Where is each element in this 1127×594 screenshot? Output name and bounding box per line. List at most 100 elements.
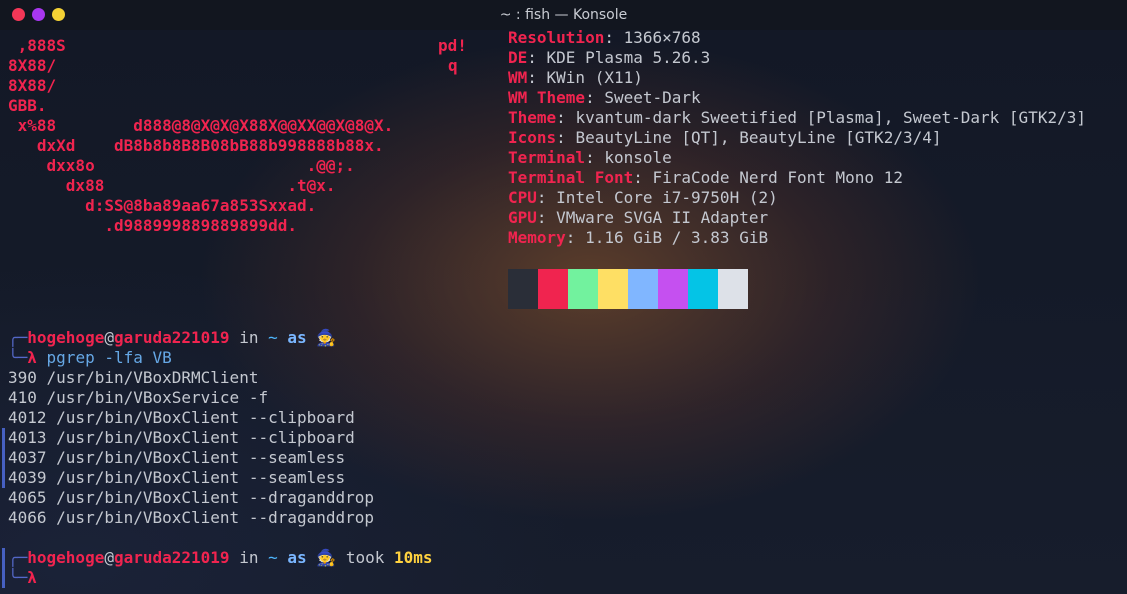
output-line: 4065 /usr/bin/VBoxClient --draganddrop	[8, 488, 375, 507]
command-line: ╰─λ pgrep -lfa VB	[8, 348, 172, 368]
sysinfo-row: DE: KDE Plasma 5.26.3	[508, 48, 710, 68]
color-swatch	[658, 269, 688, 309]
sysinfo-value: KDE Plasma 5.26.3	[546, 48, 711, 67]
sysinfo-row: Theme: kvantum-dark Sweetified [Plasma],…	[508, 108, 1086, 128]
maximize-button[interactable]	[32, 8, 45, 21]
prompt-host: garuda221019	[113, 328, 230, 347]
output-line: 4039 /usr/bin/VBoxClient --seamless	[8, 468, 346, 487]
sysinfo-row: Memory: 1.16 GiB / 3.83 GiB	[508, 228, 768, 248]
konsole-window: ~ : fish — Konsole ,888S pd! 8X88/q 8X88/GB…	[0, 0, 1127, 594]
ascii-logo-line: d:SS@8ba89aa67a853Sxxad.	[8, 196, 317, 215]
sysinfo-separator: :	[527, 48, 547, 67]
sysinfo-separator: :	[556, 128, 576, 147]
sysinfo-row: Terminal: konsole	[508, 148, 672, 168]
ascii-logo-fragment: q	[448, 56, 458, 75]
prompt-host: garuda221019	[113, 548, 230, 567]
color-swatch	[628, 269, 658, 309]
command-line[interactable]: ╰─λ	[8, 568, 37, 588]
prompt-took: took	[336, 548, 394, 567]
prompt-in: in	[229, 328, 269, 347]
sysinfo-separator: :	[565, 228, 586, 247]
sysinfo-value: kvantum-dark Sweetified [Plasma], Sweet-…	[575, 108, 1086, 127]
sysinfo-value: Sweet-Dark	[604, 88, 701, 107]
prompt-corner-top: ╭─	[8, 328, 28, 347]
sysinfo-row: WM Theme: Sweet-Dark	[508, 88, 701, 108]
color-swatch	[538, 269, 568, 309]
ascii-logo-fragment: pd!	[438, 36, 467, 55]
prompt-in: in	[229, 548, 269, 567]
prompt-as: as	[277, 328, 317, 347]
lambda-icon: λ	[27, 348, 37, 367]
sysinfo-value: Intel Core i7-9750H (2)	[556, 188, 778, 207]
sysinfo-key: Resolution	[508, 28, 605, 47]
output-line: 4013 /usr/bin/VBoxClient --clipboard	[8, 428, 355, 447]
prompt-corner-bottom: ╰─	[8, 348, 28, 367]
color-swatch	[718, 269, 748, 309]
sysinfo-key: WM Theme	[508, 88, 586, 107]
prompt-user: hogehoge	[27, 548, 105, 567]
window-title: ~ : fish — Konsole	[499, 7, 628, 23]
sysinfo-key: Memory	[508, 228, 566, 247]
command-text: pgrep -lfa VB	[36, 348, 172, 367]
window-controls	[12, 8, 65, 21]
prompt-at: @	[104, 328, 114, 347]
sysinfo-separator: :	[536, 188, 557, 207]
output-line: 410 /usr/bin/VBoxService -f	[8, 388, 269, 407]
sysinfo-separator: :	[585, 148, 605, 167]
color-palette	[508, 269, 748, 309]
ascii-logo-line: dxXd dB8b8b8B8B08bB88b998888b88x.	[8, 136, 384, 155]
minimize-button[interactable]	[52, 8, 65, 21]
sysinfo-separator: :	[556, 108, 576, 127]
sysinfo-value: 1.16 GiB / 3.83 GiB	[585, 228, 769, 247]
prompt-line: ╭─hogehoge@garuda221019 in ~ as 🧙 took 1…	[8, 548, 433, 568]
sysinfo-separator: :	[604, 28, 624, 47]
sysinfo-value: konsole	[604, 148, 672, 167]
prompt-took-value: 10ms	[393, 548, 433, 567]
close-button[interactable]	[12, 8, 25, 21]
color-swatch	[568, 269, 598, 309]
sysinfo-key: CPU	[508, 188, 537, 207]
sysinfo-row: Terminal Font: FiraCode Nerd Font Mono 1…	[508, 168, 903, 188]
selection-marker	[2, 428, 5, 488]
sysinfo-key: Theme	[508, 108, 557, 127]
ascii-logo-line: 8X88/	[8, 76, 57, 95]
prompt-at: @	[104, 548, 114, 567]
lambda-icon: λ	[27, 568, 37, 587]
sysinfo-separator: :	[527, 68, 547, 87]
sysinfo-separator: :	[585, 88, 605, 107]
sysinfo-key: GPU	[508, 208, 537, 227]
prompt-corner-bottom: ╰─	[8, 568, 28, 587]
prompt-line: ╭─hogehoge@garuda221019 in ~ as 🧙	[8, 328, 336, 348]
color-swatch	[508, 269, 538, 309]
selection-marker	[2, 548, 5, 588]
sysinfo-value: KWin (X11)	[546, 68, 643, 87]
ascii-logo-line: GBB.	[8, 96, 47, 115]
sysinfo-row: Icons: BeautyLine [QT], BeautyLine [GTK2…	[508, 128, 941, 148]
title-bar[interactable]: ~ : fish — Konsole	[0, 0, 1127, 30]
sysinfo-value: VMware SVGA II Adapter	[556, 208, 769, 227]
ascii-logo-line: .d988999889889899dd.	[8, 216, 297, 235]
output-line: 4037 /usr/bin/VBoxClient --seamless	[8, 448, 346, 467]
sysinfo-key: Terminal Font	[508, 168, 634, 187]
color-swatch	[688, 269, 718, 309]
sysinfo-row: Resolution: 1366×768	[508, 28, 701, 48]
prompt-corner-top: ╭─	[8, 548, 28, 567]
sysinfo-row: WM: KWin (X11)	[508, 68, 643, 88]
ascii-logo-line: ,888S	[8, 36, 66, 55]
ascii-logo-line: dxx8o .@@;.	[8, 156, 355, 175]
sysinfo-separator: :	[536, 208, 557, 227]
output-line: 4066 /usr/bin/VBoxClient --draganddrop	[8, 508, 375, 527]
ascii-logo-line: x%88 d888@8@X@X@X88X@@XX@@X@8@X.	[8, 116, 394, 135]
sysinfo-row: GPU: VMware SVGA II Adapter	[508, 208, 768, 228]
sysinfo-value: 1366×768	[623, 28, 701, 47]
terminal-area[interactable]: ,888S pd! 8X88/q 8X88/GBB. x%88 d888@8@X@X@…	[0, 28, 1127, 594]
prompt-dir: ~	[268, 328, 278, 347]
ascii-logo-line: dx88 .t@x.	[8, 176, 336, 195]
output-line: 4012 /usr/bin/VBoxClient --clipboard	[8, 408, 355, 427]
wizard-icon: 🧙	[316, 328, 337, 347]
sysinfo-key: WM	[508, 68, 528, 87]
sysinfo-separator: :	[633, 168, 653, 187]
sysinfo-key: Icons	[508, 128, 557, 147]
prompt-user: hogehoge	[27, 328, 105, 347]
prompt-as: as	[277, 548, 317, 567]
